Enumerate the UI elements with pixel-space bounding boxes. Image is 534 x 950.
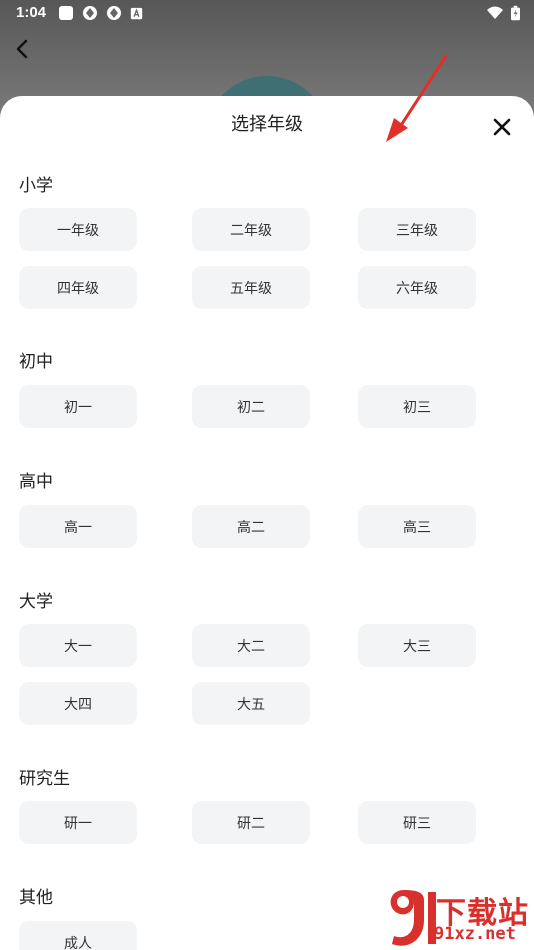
wifi-icon — [487, 6, 503, 19]
grade-button[interactable]: 五年级 — [192, 266, 310, 309]
annotation-arrow-icon — [386, 54, 448, 142]
app-notification-icon — [59, 6, 73, 20]
notification-icons — [58, 5, 143, 21]
grade-button[interactable]: 大二 — [192, 624, 310, 667]
battery-icon — [511, 5, 520, 21]
watermark-url: 91xz.net — [434, 924, 516, 944]
grade-button[interactable]: 高三 — [358, 505, 476, 548]
section-title-senior: 高中 — [19, 472, 53, 492]
grade-button[interactable]: 初三 — [358, 385, 476, 428]
watermark-logo-icon — [390, 890, 436, 946]
section-title-university: 大学 — [19, 592, 53, 612]
grade-button[interactable]: 成人 — [19, 921, 137, 950]
section-title-primary: 小学 — [19, 176, 53, 196]
status-bar: 1:04 — [0, 0, 534, 28]
app-shield-icon — [83, 6, 97, 20]
watermark: 下载站 91xz.net — [386, 886, 534, 950]
section-title-graduate: 研究生 — [19, 769, 70, 789]
grade-button[interactable]: 四年级 — [19, 266, 137, 309]
grade-button[interactable]: 大五 — [192, 682, 310, 725]
app-a-icon — [130, 7, 143, 19]
app-shield-icon-2 — [107, 6, 121, 20]
grade-button[interactable]: 初二 — [192, 385, 310, 428]
grade-button[interactable]: 初一 — [19, 385, 137, 428]
grade-button[interactable]: 高一 — [19, 505, 137, 548]
close-icon[interactable] — [488, 113, 516, 141]
grade-button[interactable]: 三年级 — [358, 208, 476, 251]
section-title-junior: 初中 — [19, 352, 53, 372]
system-icons — [487, 5, 520, 21]
grade-selection-sheet: 选择年级 小学 一年级 二年级 三年级 四年级 五年级 六年级 初中 初一 初二… — [0, 96, 534, 950]
grade-button[interactable]: 六年级 — [358, 266, 476, 309]
grade-button[interactable]: 大三 — [358, 624, 476, 667]
section-title-other: 其他 — [19, 888, 53, 908]
grade-button[interactable]: 高二 — [192, 505, 310, 548]
grade-button[interactable]: 研二 — [192, 801, 310, 844]
grade-button[interactable]: 二年级 — [192, 208, 310, 251]
grade-button[interactable]: 大四 — [19, 682, 137, 725]
grade-button[interactable]: 研三 — [358, 801, 476, 844]
grade-button[interactable]: 研一 — [19, 801, 137, 844]
grade-button[interactable]: 大一 — [19, 624, 137, 667]
back-arrow-icon[interactable] — [12, 36, 34, 62]
grade-button[interactable]: 一年级 — [19, 208, 137, 251]
status-time: 1:04 — [16, 4, 47, 21]
